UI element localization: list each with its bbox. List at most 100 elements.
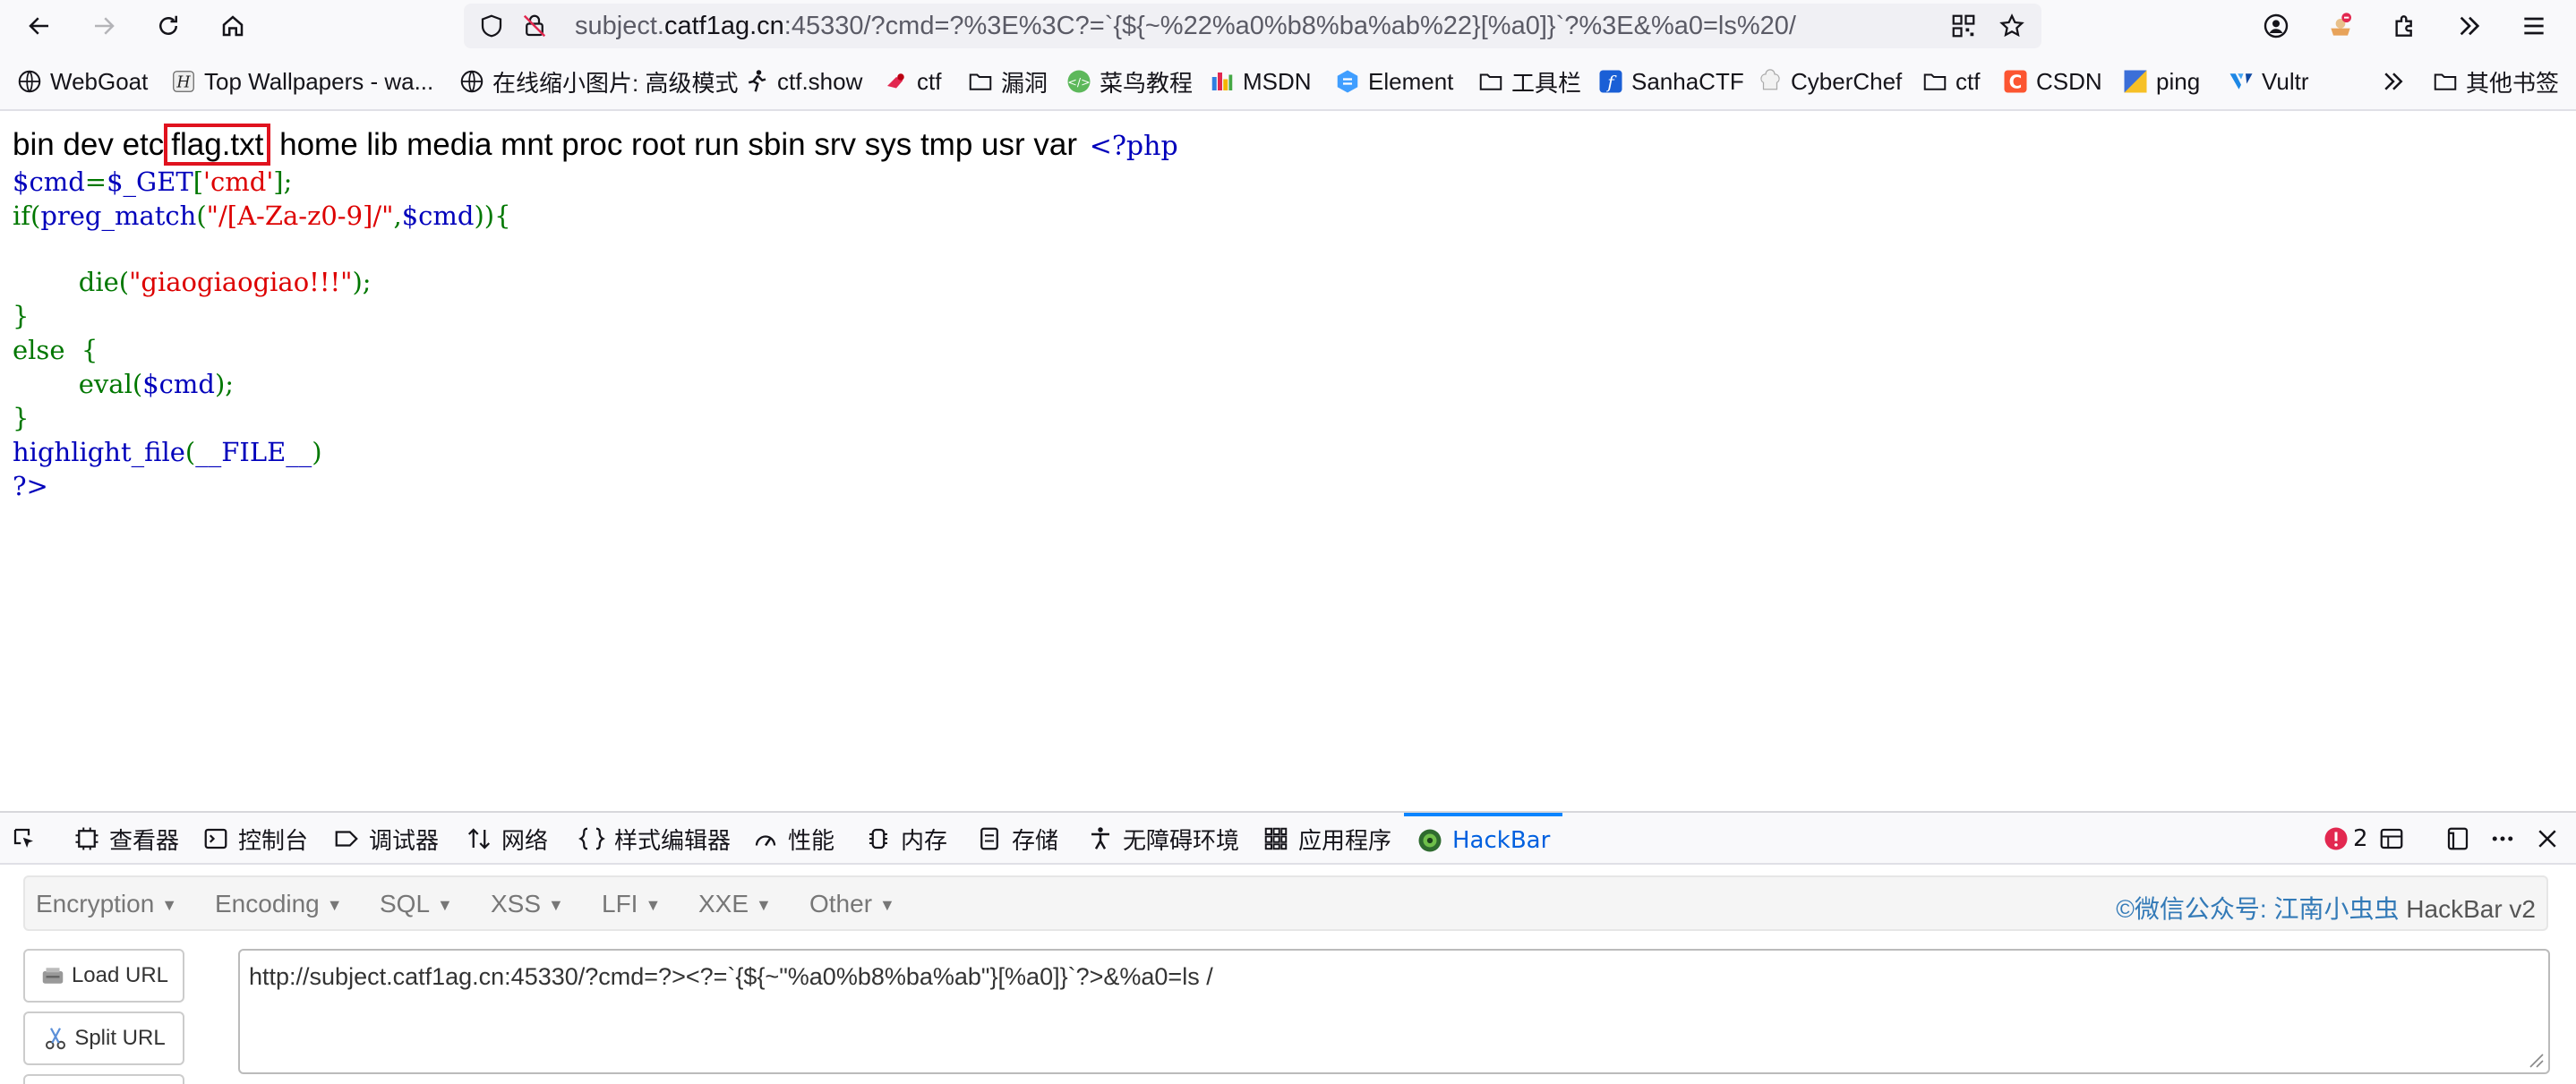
arrow-right-icon: [95, 17, 115, 35]
tab-application[interactable]: 应用程序: [1262, 813, 1391, 865]
caret-down-icon: ▼: [437, 896, 453, 915]
menu-encoding[interactable]: Encoding ▼: [215, 890, 343, 918]
shield-icon[interactable]: [478, 13, 505, 39]
tab-memory[interactable]: 内存: [865, 813, 947, 865]
folder-icon: [967, 68, 994, 95]
extensions-button[interactable]: [2385, 6, 2425, 46]
load-url-button[interactable]: Load URL: [23, 949, 184, 1003]
bookmark-ping[interactable]: ping: [2122, 64, 2200, 99]
code-line-8: highlight_file(__FILE__): [13, 437, 322, 467]
menu-lfi[interactable]: LFI ▼: [602, 890, 661, 918]
bookmark-csdn[interactable]: C CSDN: [2002, 64, 2102, 99]
bookmark-webgoat[interactable]: WebGoat: [16, 64, 148, 99]
element-picker-button[interactable]: [11, 813, 47, 865]
hackbar-icon: [1416, 827, 1443, 854]
hackbar-credit: ©微信公众号: 江南小虫虫 HackBar v2: [2116, 895, 2536, 923]
bookmark-ctfshow[interactable]: ctf.show: [743, 64, 862, 99]
bookmark-folder-vuln[interactable]: 漏洞: [967, 64, 1048, 99]
insecure-lock-icon[interactable]: [521, 13, 548, 39]
devtools-toolbar: 查看器 控制台 调试器 网络 样式编辑器 性能 内存 存储 无障碍环境 应用程序…: [0, 811, 2576, 865]
menu-other[interactable]: Other ▼: [809, 890, 895, 918]
bookmark-ctf[interactable]: ctf: [883, 64, 941, 99]
dock-side-button[interactable]: [2444, 813, 2480, 865]
reload-icon: [159, 15, 177, 35]
extension-icon: [2331, 13, 2351, 36]
forward-button[interactable]: [84, 6, 124, 46]
application-icon: [1262, 825, 1289, 852]
bookmark-runoob[interactable]: </> 菜鸟教程: [1065, 64, 1193, 99]
menu-sql[interactable]: SQL ▼: [380, 890, 453, 918]
error-count-badge[interactable]: 2: [2323, 813, 2368, 865]
caret-down-icon: ▼: [326, 896, 343, 915]
folder-icon: [1921, 68, 1948, 95]
code-line-5: else {: [13, 335, 98, 365]
home-icon: [222, 15, 244, 37]
ping-icon: [2122, 68, 2149, 95]
page-content: bin dev etc flag.txt home lib media mnt p…: [0, 113, 2576, 811]
ellipsis-icon: [2489, 825, 2516, 852]
hamburger-icon: [2524, 17, 2544, 35]
sanha-icon: f: [1597, 68, 1624, 95]
code-line-1: $cmd=$_GET['cmd'];: [13, 166, 293, 197]
menu-xxe[interactable]: XXE ▼: [698, 890, 772, 918]
extension-button[interactable]: [2321, 6, 2360, 46]
bookmark-folder-ctf[interactable]: ctf: [1921, 64, 1980, 99]
resize-handle-icon[interactable]: [2523, 1047, 2545, 1069]
hackbar-url-textarea[interactable]: http://subject.catf1ag.cn:45330/?cmd=?><…: [238, 949, 2550, 1074]
globe-icon: [16, 68, 43, 95]
url-text[interactable]: subject.catf1ag.cn:45330/?cmd=?%3E%3C?=`…: [575, 12, 1796, 41]
split-console-icon: [2378, 825, 2405, 852]
code-line-6: eval($cmd);: [78, 369, 235, 399]
home-button[interactable]: [213, 6, 252, 46]
other-bookmarks[interactable]: 其他书签: [2432, 64, 2559, 99]
svg-text:C: C: [2009, 72, 2023, 93]
bookmark-cyberchef[interactable]: CyberChef: [1757, 64, 1902, 99]
devtools-close-button[interactable]: [2534, 813, 2570, 865]
devtools-options-button[interactable]: [2489, 813, 2525, 865]
tab-hackbar[interactable]: HackBar: [1404, 813, 1563, 865]
tab-inspector[interactable]: 查看器: [73, 813, 179, 865]
flag-file-highlight: flag.txt: [164, 124, 271, 166]
bookmark-sanhactf[interactable]: f SanhaCTF: [1597, 64, 1744, 99]
tab-style-editor[interactable]: 样式编辑器: [578, 813, 731, 865]
tab-performance[interactable]: 性能: [752, 813, 834, 865]
csdn-icon: C: [2002, 68, 2029, 95]
tab-network[interactable]: 网络: [466, 813, 548, 865]
inspector-icon: [73, 825, 100, 852]
code-line-4: }: [13, 301, 30, 331]
bookmark-vultr[interactable]: Vultr: [2228, 64, 2309, 99]
address-bar[interactable]: subject.catf1ag.cn:45330/?cmd=?%3E%3C?=`…: [464, 4, 2041, 48]
console-icon: [202, 825, 229, 852]
menu-button[interactable]: [2514, 6, 2554, 46]
bookmark-msdn[interactable]: MSDN: [1209, 64, 1312, 99]
tab-console[interactable]: 控制台: [202, 813, 308, 865]
dock-icon: [2444, 825, 2471, 852]
execute-button[interactable]: [23, 1074, 184, 1084]
tab-accessibility[interactable]: 无障碍环境: [1087, 813, 1239, 865]
scissors-icon: [46, 1028, 66, 1050]
bookmark-top-wallpapers[interactable]: H Top Wallpapers - wa...: [170, 64, 433, 99]
star-icon[interactable]: [1998, 13, 2025, 39]
bookmark-image-resize[interactable]: 在线缩小图片: 高级模式: [458, 64, 738, 99]
bookmark-folder-toolbar[interactable]: 工具栏: [1477, 64, 1581, 99]
overflow-button[interactable]: [2450, 6, 2489, 46]
bookmarks-overflow-button[interactable]: [2380, 64, 2414, 99]
account-button[interactable]: [2256, 6, 2296, 46]
menu-xss[interactable]: XSS ▼: [491, 890, 564, 918]
qr-code-icon[interactable]: [1950, 13, 1977, 39]
msdn-icon: [1209, 68, 1236, 95]
caret-down-icon: ▼: [879, 896, 895, 915]
puzzle-icon: [2395, 15, 2412, 37]
tab-storage[interactable]: 存储: [976, 813, 1058, 865]
menu-encryption[interactable]: Encryption ▼: [36, 890, 177, 918]
tab-debugger[interactable]: 调试器: [333, 813, 439, 865]
caret-down-icon: ▼: [548, 896, 564, 915]
close-icon: [2534, 825, 2561, 852]
split-url-button[interactable]: Split URL: [23, 1011, 184, 1065]
code-line-2: if(preg_match("/[A-Za-z0-9]/",$cmd)){: [13, 201, 511, 231]
reload-button[interactable]: [149, 6, 188, 46]
split-console-button[interactable]: [2378, 813, 2414, 865]
navigation-toolbar: subject.catf1ag.cn:45330/?cmd=?%3E%3C?=`…: [0, 0, 2576, 52]
bookmark-element[interactable]: Element: [1334, 64, 1453, 99]
back-button[interactable]: [20, 6, 59, 46]
